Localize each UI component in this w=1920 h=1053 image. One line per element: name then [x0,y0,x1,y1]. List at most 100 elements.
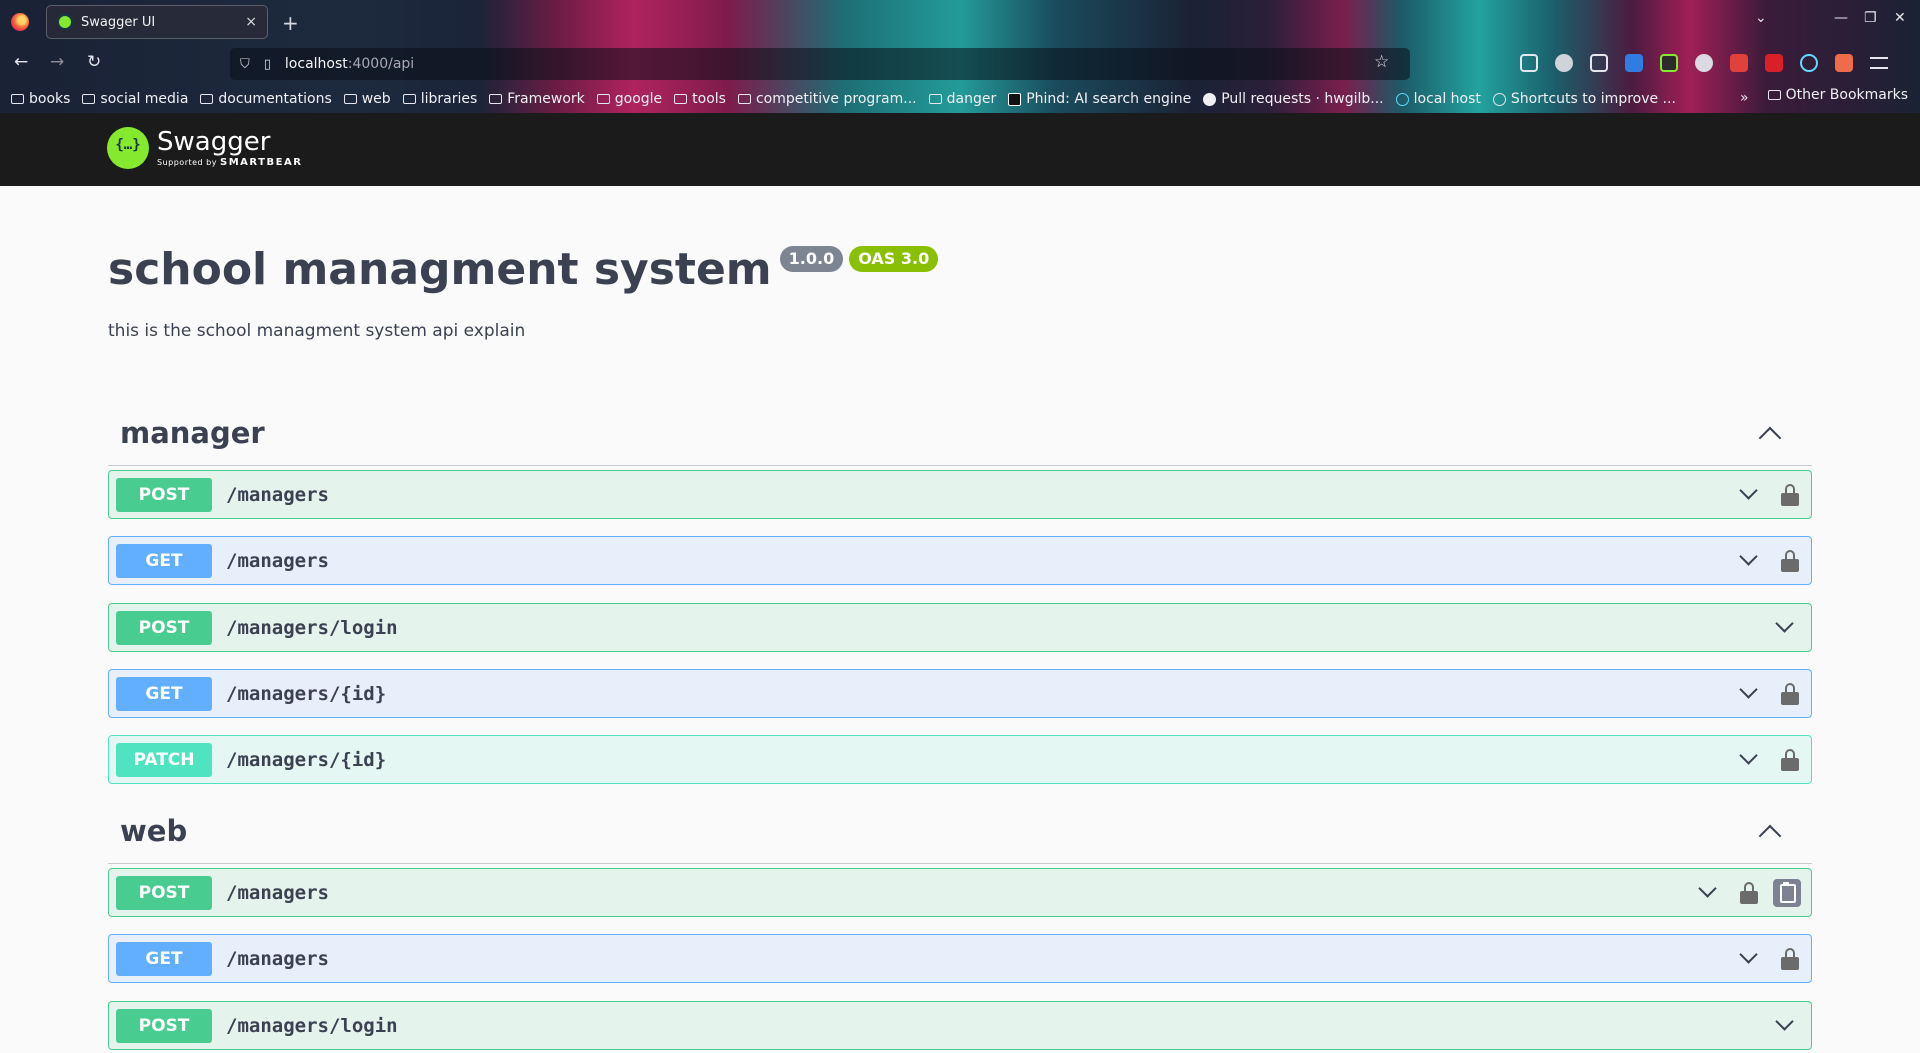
bookmark-social-media[interactable]: social media [82,91,188,107]
react-devtools-icon[interactable] [1800,54,1818,72]
reload-icon[interactable]: ↻ [87,52,101,72]
operation-path: /managers/{id} [226,682,387,705]
operation-path: /managers [226,549,329,572]
folder-icon [1767,90,1781,100]
bookmark-label: local host [1413,91,1481,107]
bookmark-books[interactable]: books [11,91,70,107]
url-path: :4000/api [347,56,415,72]
extensions-icon[interactable] [1590,54,1608,72]
operation-path: /managers/login [226,1014,398,1037]
swagger-logo[interactable]: Swagger Supported by SMARTBEAR [107,127,302,169]
operation-post-managers-login-web[interactable]: POST /managers/login [108,1001,1812,1050]
tag-section-manager[interactable]: manager [108,404,1812,466]
bookmark-label: books [29,91,71,107]
k-extension-icon[interactable] [1555,54,1573,72]
bookmark-google[interactable]: google [596,91,662,107]
forward-icon[interactable]: → [50,52,64,72]
bookmark-other[interactable]: Other Bookmarks [1767,87,1908,103]
lock-icon[interactable] [1781,749,1799,771]
operation-post-managers-web[interactable]: POST /managers [108,868,1812,917]
lock-icon[interactable] [1740,882,1758,904]
globe-icon [1492,92,1506,106]
bookmark-danger[interactable]: danger [928,91,996,107]
tag-name: manager [120,416,265,450]
lock-icon[interactable] [1781,948,1799,970]
ublock-icon[interactable] [1625,54,1643,72]
react-icon [1395,92,1409,106]
globe-extension-icon[interactable] [1695,54,1713,72]
pocket-icon[interactable] [1520,54,1538,72]
back-icon[interactable]: ← [14,52,28,72]
method-badge: POST [116,875,212,910]
chevron-down-icon[interactable] [1739,680,1758,699]
operation-patch-managers-id[interactable]: PATCH /managers/{id} [108,735,1812,784]
operation-get-managers-web[interactable]: GET /managers [108,934,1812,983]
folder-icon [928,94,942,104]
chevron-down-icon[interactable] [1739,547,1758,566]
bookmark-phind[interactable]: Phind: AI search engine [1008,91,1191,107]
tag-section-web[interactable]: web [108,802,1812,864]
api-description: this is the school managment system api … [108,321,526,341]
new-tab-button[interactable]: + [282,11,299,35]
bookmark-label: documentations [218,91,332,107]
close-window-icon[interactable]: ✕ [1894,10,1906,26]
menu-icon[interactable] [1870,57,1888,69]
operation-path: /managers/{id} [226,748,387,771]
bookmark-libraries[interactable]: libraries [402,91,477,107]
bookmark-shortcuts[interactable]: Shortcuts to improve ... [1492,91,1676,107]
extension-icon[interactable] [1835,54,1853,72]
oas-badge: OAS 3.0 [849,246,939,272]
bookmark-competitive-programming[interactable]: competitive program... [737,91,917,107]
minimize-icon[interactable]: — [1834,10,1848,26]
chevron-up-icon[interactable] [1758,824,1782,848]
bookmark-label: Other Bookmarks [1785,87,1908,103]
shield-icon[interactable]: ⛉ [240,57,250,72]
bookmark-label: Framework [507,91,585,107]
bookmark-star-icon[interactable]: ☆ [1374,52,1389,72]
pdf-icon[interactable] [1765,54,1783,72]
operation-get-managers[interactable]: GET /managers [108,536,1812,585]
operation-path: /managers/login [226,616,398,639]
folder-icon [402,94,416,104]
bookmark-framework[interactable]: Framework [489,91,585,107]
chevron-down-icon[interactable] [1739,746,1758,765]
bookmarks-toolbar: books social media documentations web li… [0,87,1920,111]
firefox-icon[interactable] [11,13,29,31]
method-badge: POST [116,477,212,512]
swagger-favicon-icon [57,14,73,30]
lock-icon[interactable] [1781,484,1799,506]
bookmark-pull-requests[interactable]: Pull requests · hwgilb... [1203,91,1384,107]
method-badge: GET [116,941,212,976]
bookmark-local-host[interactable]: local host [1395,91,1481,107]
operation-post-managers[interactable]: POST /managers [108,470,1812,519]
screenshot-icon[interactable] [1730,54,1748,72]
more-bookmarks-icon[interactable]: » [1740,90,1749,106]
json-viewer-icon[interactable] [1660,54,1678,72]
chevron-down-icon[interactable] [1739,945,1758,964]
bookmark-label: tools [692,91,726,107]
chevron-down-icon[interactable] [1739,481,1758,500]
lock-icon[interactable] [1781,683,1799,705]
url-bar[interactable]: ⛉ ▯ localhost:4000/api [230,48,1410,80]
bookmark-tools[interactable]: tools [674,91,726,107]
chevron-down-icon[interactable] [1698,879,1717,898]
supported-by-label: Supported by [157,158,217,167]
chevron-down-icon[interactable] [1775,614,1794,633]
bookmark-documentations[interactable]: documentations [200,91,332,107]
folder-icon [489,94,503,104]
lock-icon[interactable] [1781,550,1799,572]
method-badge: PATCH [116,742,212,777]
copy-to-clipboard-icon[interactable] [1773,879,1801,907]
chevron-up-icon[interactable] [1758,426,1782,450]
folder-icon [82,94,96,104]
tab-swagger-ui[interactable]: Swagger UI × [46,5,268,39]
operation-path: /managers [226,947,329,970]
restore-icon[interactable]: ❐ [1864,10,1877,26]
list-all-tabs-icon[interactable]: ⌄ [1755,10,1767,26]
operation-get-managers-id[interactable]: GET /managers/{id} [108,669,1812,718]
chevron-down-icon[interactable] [1775,1012,1794,1031]
operation-path: /managers [226,881,329,904]
operation-post-managers-login[interactable]: POST /managers/login [108,603,1812,652]
bookmark-web[interactable]: web [343,91,391,107]
close-tab-icon[interactable]: × [245,14,257,30]
